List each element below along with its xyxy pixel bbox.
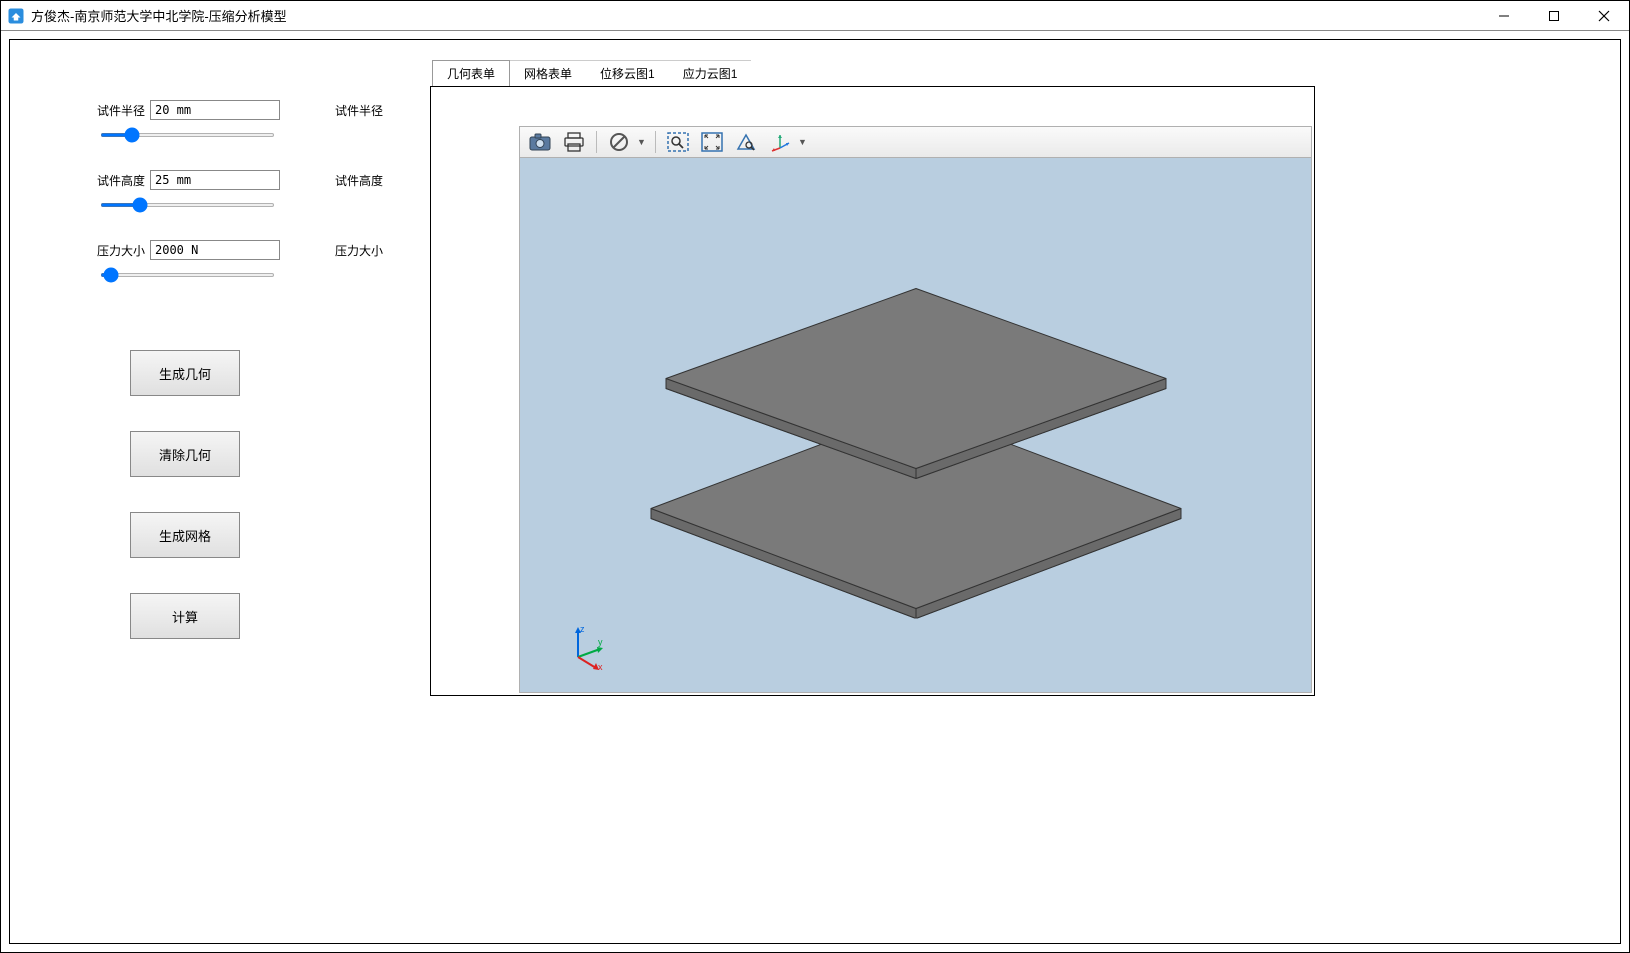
radius-input[interactable] xyxy=(150,100,280,120)
3d-canvas[interactable]: z y x xyxy=(520,158,1311,692)
tab-geometry[interactable]: 几何表单 xyxy=(432,60,510,86)
sidebar: 试件半径 试件半径 试件高度 试件高度 压力大小 xyxy=(30,60,430,923)
axis-gizmo: z y x xyxy=(560,622,610,672)
tab-mesh[interactable]: 网格表单 xyxy=(510,60,586,86)
cancel-dropdown-icon[interactable]: ▼ xyxy=(637,137,647,147)
clear-geometry-button[interactable]: 清除几何 xyxy=(130,431,240,477)
viewer-toolbar: ▼ xyxy=(520,127,1311,158)
toolbar-separator xyxy=(655,131,656,153)
toolbar-separator xyxy=(596,131,597,153)
param-height-row: 试件高度 试件高度 xyxy=(90,170,410,190)
param-radius-row: 试件半径 试件半径 xyxy=(90,100,410,120)
pressure-input[interactable] xyxy=(150,240,280,260)
close-button[interactable] xyxy=(1579,1,1629,30)
tab-displacement[interactable]: 位移云图1 xyxy=(586,60,669,86)
body-area: 试件半径 试件半径 试件高度 试件高度 压力大小 xyxy=(1,31,1629,952)
cancel-icon[interactable] xyxy=(605,129,633,155)
zoom-extent-icon[interactable] xyxy=(698,129,726,155)
titlebar: 方俊杰-南京师范大学中北学院-压缩分析模型 xyxy=(1,1,1629,31)
viewer-inner: ▼ xyxy=(519,126,1312,693)
viewer-frame: ▼ xyxy=(430,86,1315,696)
window-controls xyxy=(1479,1,1629,30)
height-slider-wrap xyxy=(100,196,275,210)
window-title: 方俊杰-南京师范大学中北学院-压缩分析模型 xyxy=(31,6,1479,25)
tab-stress[interactable]: 应力云图1 xyxy=(669,60,752,86)
minimize-button[interactable] xyxy=(1479,1,1529,30)
axis-orient-icon[interactable] xyxy=(766,129,794,155)
radius-right-label: 试件半径 xyxy=(335,102,383,119)
zoom-select-icon[interactable] xyxy=(732,129,760,155)
height-slider[interactable] xyxy=(100,203,275,207)
pressure-label: 压力大小 xyxy=(90,242,145,259)
generate-mesh-button[interactable]: 生成网格 xyxy=(130,512,240,558)
tabs: 几何表单 网格表单 位移云图1 应力云图1 xyxy=(432,60,1600,86)
pressure-slider[interactable] xyxy=(100,273,275,277)
zoom-box-icon[interactable] xyxy=(664,129,692,155)
app-icon xyxy=(7,7,25,25)
param-pressure-row: 压力大小 压力大小 xyxy=(90,240,410,260)
height-input[interactable] xyxy=(150,170,280,190)
print-icon[interactable] xyxy=(560,129,588,155)
app-window: 方俊杰-南京师范大学中北学院-压缩分析模型 试件半径 试件半径 xyxy=(0,0,1630,953)
height-label: 试件高度 xyxy=(90,172,145,189)
pressure-right-label: 压力大小 xyxy=(335,242,383,259)
height-right-label: 试件高度 xyxy=(335,172,383,189)
radius-label: 试件半径 xyxy=(90,102,145,119)
viewer-area: 几何表单 网格表单 位移云图1 应力云图1 xyxy=(430,60,1600,923)
geometry-plates xyxy=(636,189,1196,619)
radius-slider[interactable] xyxy=(100,133,275,137)
axis-y-label: y xyxy=(598,637,603,647)
axis-x-label: x xyxy=(598,662,603,672)
generate-geometry-button[interactable]: 生成几何 xyxy=(130,350,240,396)
pressure-slider-wrap xyxy=(100,266,275,280)
radius-slider-wrap xyxy=(100,126,275,140)
camera-icon[interactable] xyxy=(526,129,554,155)
axis-dropdown-icon[interactable]: ▼ xyxy=(798,137,808,147)
maximize-button[interactable] xyxy=(1529,1,1579,30)
main-content: 试件半径 试件半径 试件高度 试件高度 压力大小 xyxy=(9,39,1621,944)
compute-button[interactable]: 计算 xyxy=(130,593,240,639)
axis-z-label: z xyxy=(580,624,585,634)
